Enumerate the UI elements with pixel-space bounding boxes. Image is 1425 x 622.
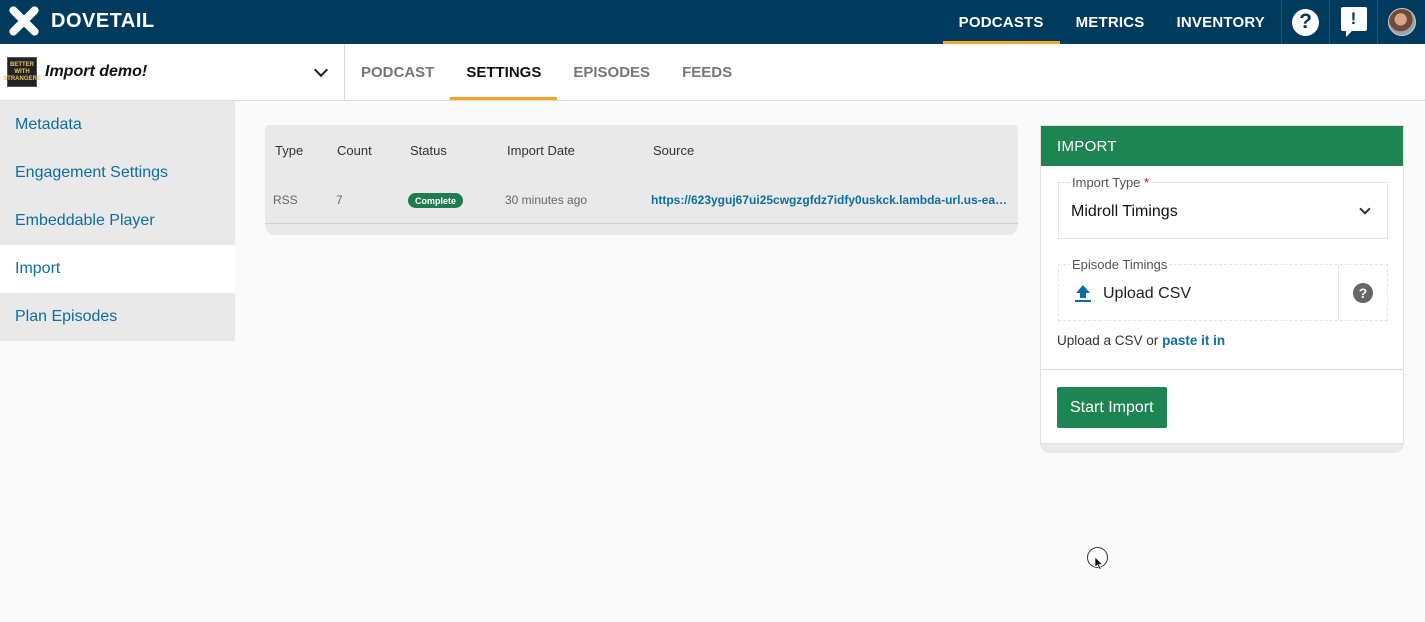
nav-podcasts[interactable]: PODCASTS <box>942 0 1060 44</box>
required-marker: * <box>1144 175 1150 190</box>
column-header-type: Type <box>275 143 304 158</box>
avatar <box>1387 8 1416 36</box>
episode-timings-field: Episode Timings Upload CSV ? <box>1058 257 1388 321</box>
chevron-down-icon <box>313 62 329 78</box>
import-type-select[interactable]: Import Type * Midroll Timings <box>1058 175 1388 239</box>
column-header-source: Source <box>653 143 695 158</box>
episode-timings-help-button[interactable]: ? <box>1338 265 1387 320</box>
brand-name: DOVETAIL <box>51 9 155 32</box>
tab-feeds[interactable]: FEEDS <box>666 44 748 100</box>
import-type-label-text: Import Type <box>1072 175 1141 190</box>
column-header-import-date: Import Date <box>507 143 575 158</box>
help-icon: ? <box>1292 8 1319 36</box>
sidebar-item-metadata[interactable]: Metadata <box>0 101 235 149</box>
divider <box>1041 369 1403 370</box>
mouse-cursor-icon <box>1087 547 1108 570</box>
cell-type: RSS <box>273 193 298 207</box>
feedback-button[interactable]: ! <box>1329 0 1377 44</box>
dovetail-logo[interactable]: DOVETAIL <box>7 3 155 39</box>
nav-metrics[interactable]: METRICS <box>1060 0 1161 44</box>
import-panel: IMPORT Import Type * Midroll Timings Epi… <box>1040 125 1404 453</box>
tab-settings[interactable]: SETTINGS <box>450 44 558 100</box>
podcast-artwork: BETTER WITH STRANGERS <box>3 57 41 87</box>
upload-icon <box>1075 285 1091 303</box>
column-header-status: Status <box>410 143 447 158</box>
podcast-selector[interactable]: BETTER WITH STRANGERS Import demo! <box>0 44 345 100</box>
dovetail-x-icon <box>7 5 39 37</box>
help-button[interactable]: ? <box>1281 0 1329 44</box>
settings-sidebar: Metadata Engagement Settings Embeddable … <box>0 101 235 341</box>
podcast-name: Import demo! <box>45 63 148 80</box>
imports-table: Type Count Status Import Date Source RSS… <box>265 125 1018 235</box>
nav-inventory[interactable]: INVENTORY <box>1161 0 1281 44</box>
sub-header: BETTER WITH STRANGERS Import demo! PODCA… <box>0 44 1425 101</box>
feedback-icon: ! <box>1340 7 1367 37</box>
sidebar-item-plan-episodes[interactable]: Plan Episodes <box>0 293 235 341</box>
question-circle-icon: ? <box>1353 282 1373 303</box>
podcast-tabs: PODCAST SETTINGS EPISODES FEEDS <box>345 44 748 100</box>
column-header-count: Count <box>337 143 372 158</box>
import-type-value: Midroll Timings <box>1071 203 1178 220</box>
tab-episodes[interactable]: EPISODES <box>557 44 666 100</box>
upload-hint: Upload a CSV or paste it in <box>1057 333 1225 348</box>
main-nav: PODCASTS METRICS INVENTORY ? ! <box>942 0 1425 44</box>
sidebar-item-embeddable-player[interactable]: Embeddable Player <box>0 197 235 245</box>
start-import-button[interactable]: Start Import <box>1057 387 1167 428</box>
cell-count: 7 <box>336 193 343 207</box>
episode-timings-label: Episode Timings <box>1070 257 1170 272</box>
cell-import-date: 30 minutes ago <box>505 193 588 207</box>
import-panel-title: IMPORT <box>1041 126 1403 166</box>
upload-csv-label: Upload CSV <box>1103 285 1192 302</box>
status-badge: Complete <box>408 193 464 208</box>
paste-it-in-link[interactable]: paste it in <box>1162 333 1225 348</box>
source-link[interactable]: https://623yguj67ui25cwgzgfdz7idfy0uskck… <box>651 193 1011 207</box>
top-navigation: DOVETAIL PODCASTS METRICS INVENTORY ? ! <box>0 0 1425 44</box>
sidebar-item-import[interactable]: Import <box>0 245 235 293</box>
tab-podcast[interactable]: PODCAST <box>345 44 450 100</box>
sidebar-item-engagement-settings[interactable]: Engagement Settings <box>0 149 235 197</box>
table-footer <box>265 223 1018 235</box>
import-type-label: Import Type * <box>1070 175 1152 190</box>
chevron-down-icon <box>1359 203 1371 215</box>
import-panel-body: IMPORT Import Type * Midroll Timings Epi… <box>1040 125 1404 444</box>
upload-hint-text: Upload a CSV or <box>1057 333 1159 348</box>
user-menu-button[interactable] <box>1377 0 1425 44</box>
